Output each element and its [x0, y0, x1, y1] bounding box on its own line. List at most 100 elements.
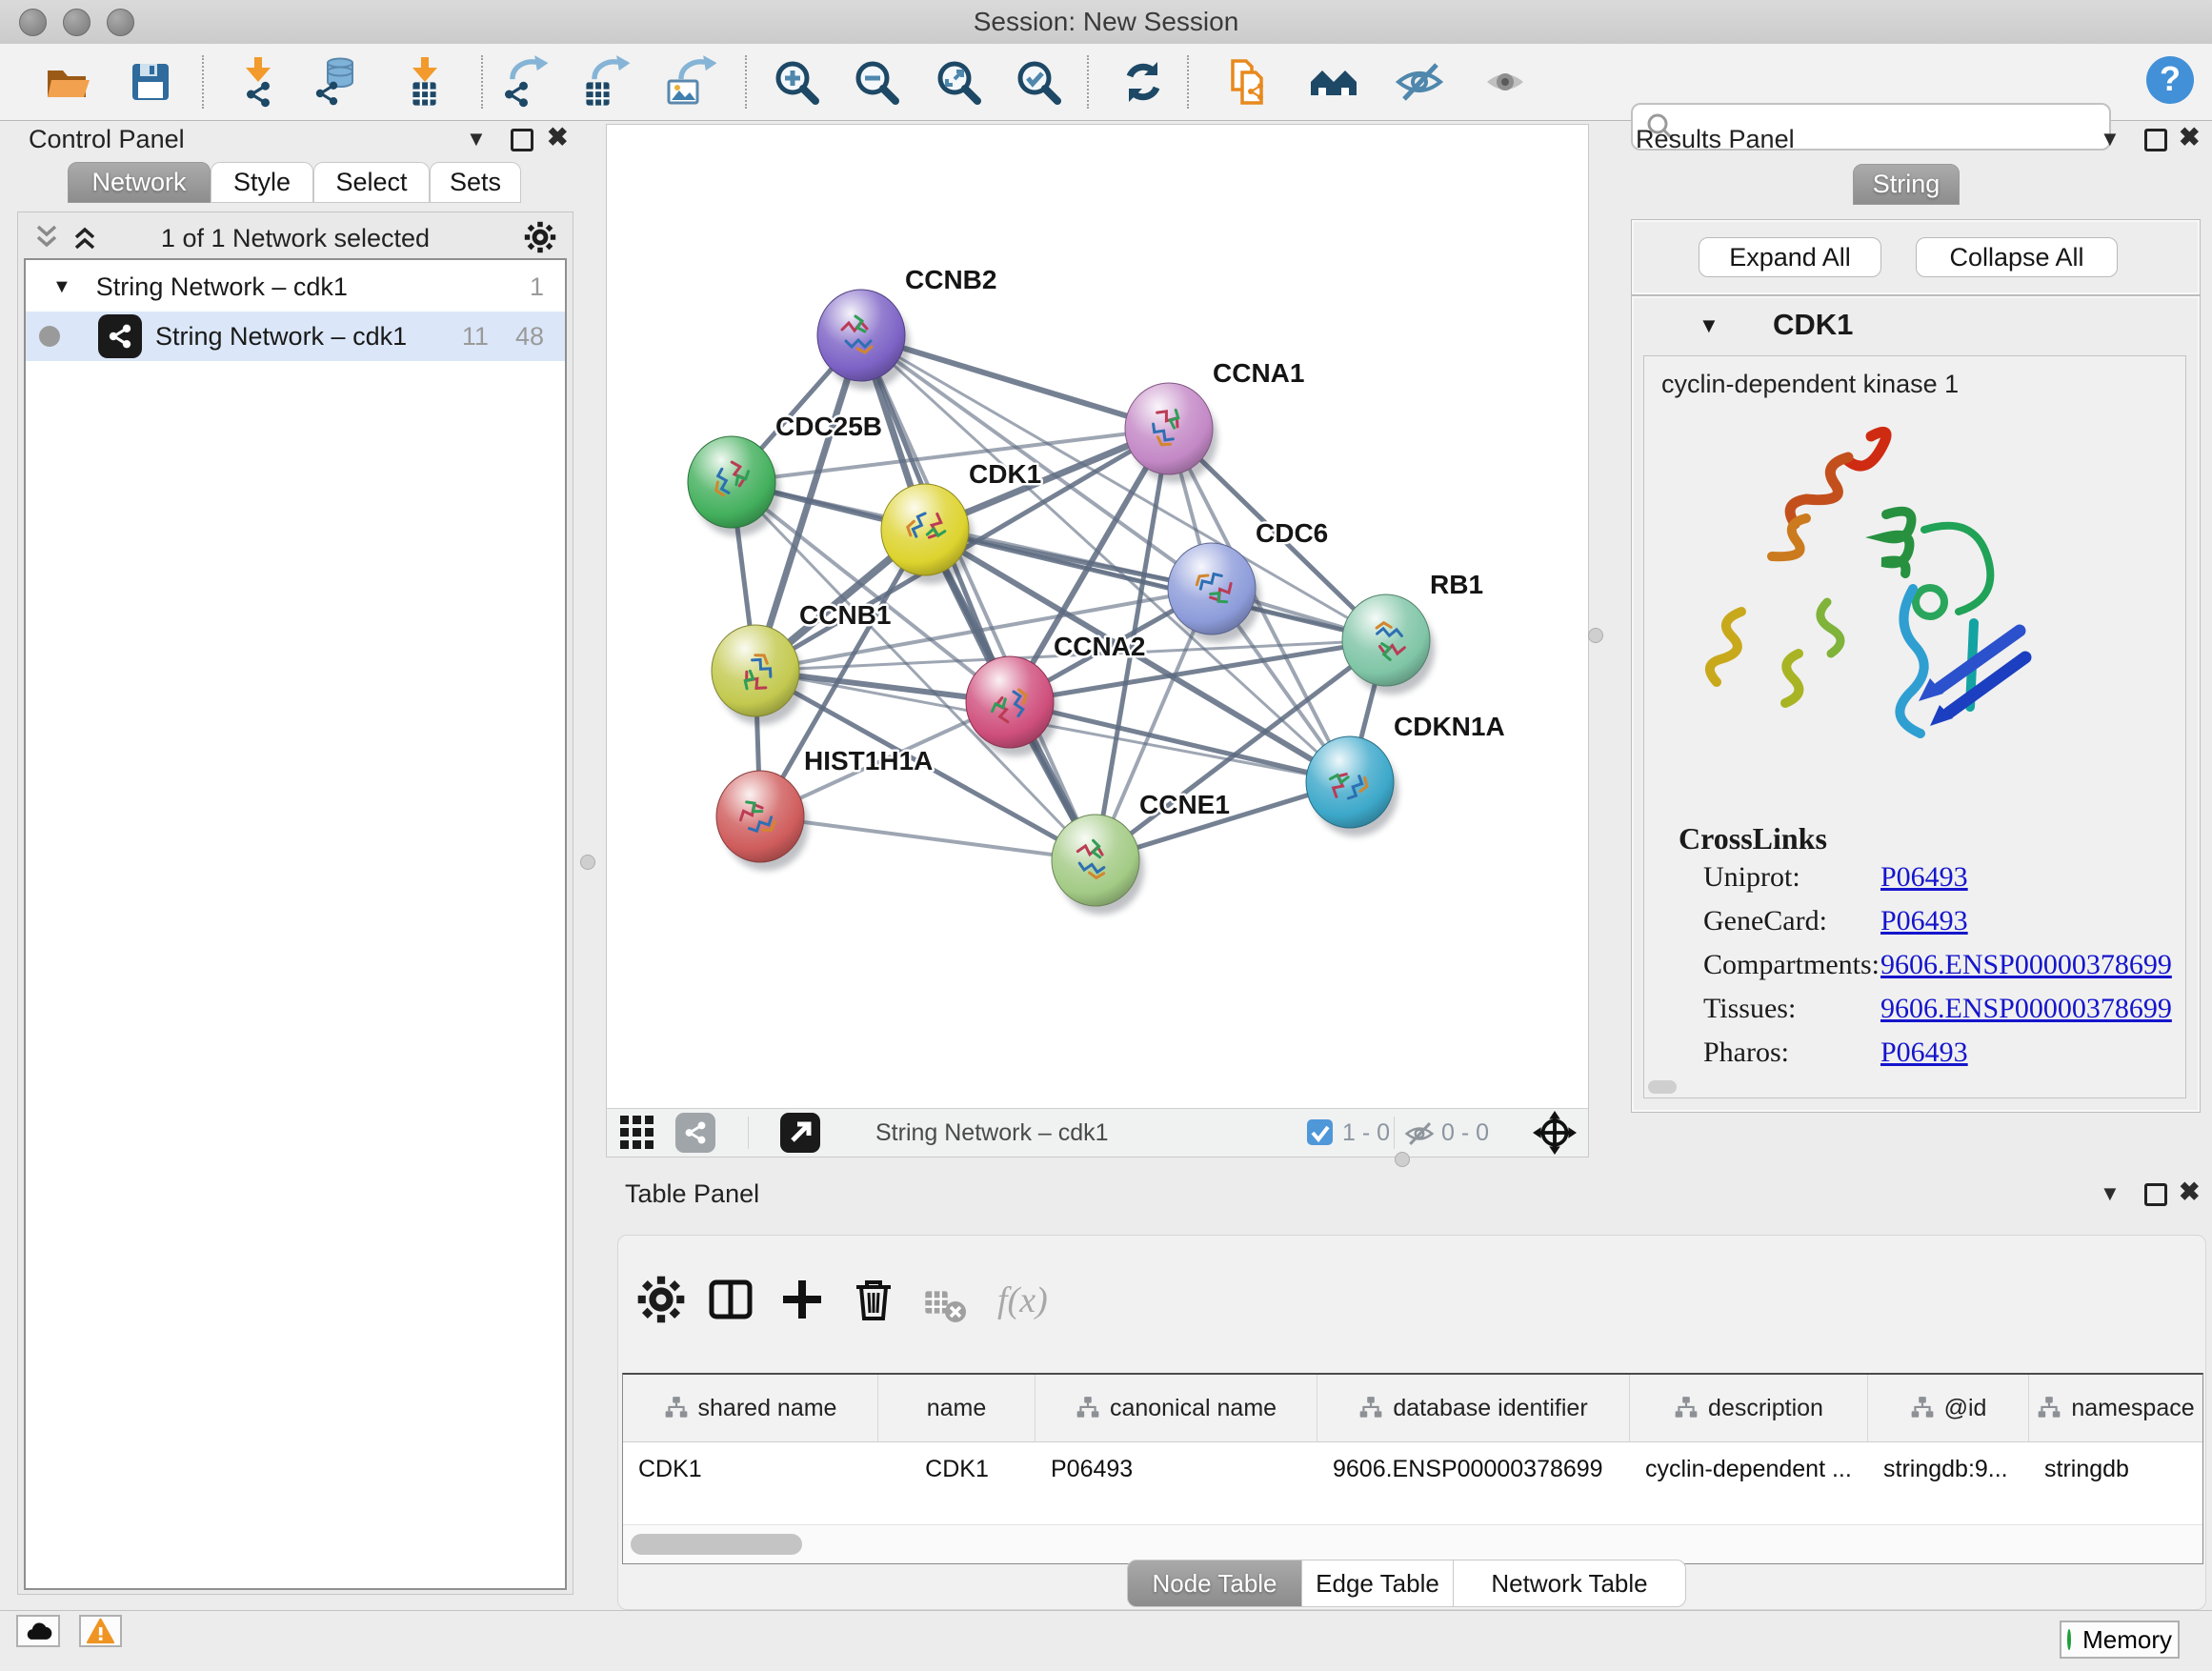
- column-header-name[interactable]: name: [878, 1375, 1036, 1441]
- network-node-ccna1[interactable]: CCNA1: [1125, 358, 1304, 474]
- show-all-button[interactable]: [1478, 55, 1532, 109]
- refresh-network-button[interactable]: [1116, 55, 1170, 109]
- control-panel-title: Control Panel: [29, 125, 185, 154]
- cell-id[interactable]: stringdb:9...: [1868, 1442, 2029, 1496]
- help-button[interactable]: ?: [2143, 53, 2197, 107]
- zoom-fit-button[interactable]: [932, 55, 985, 109]
- table-panel-float-button[interactable]: [2144, 1183, 2167, 1206]
- network-node-rb1[interactable]: RB1: [1342, 570, 1483, 686]
- memory-button[interactable]: Memory: [2060, 1621, 2180, 1659]
- crosslink-pharos-link[interactable]: P06493: [1880, 1037, 1968, 1069]
- function-builder-button[interactable]: f(x): [997, 1279, 1048, 1321]
- cell-name[interactable]: CDK1: [878, 1442, 1036, 1496]
- tab-string[interactable]: String: [1853, 164, 1960, 205]
- results-panel-title: Results Panel: [1636, 125, 1795, 154]
- table-panel-close-icon[interactable]: ✖: [2179, 1179, 2201, 1204]
- birdseye-navigator-icon[interactable]: [1533, 1111, 1577, 1155]
- tab-style[interactable]: Style: [211, 162, 313, 203]
- cell-canonical-name[interactable]: P06493: [1036, 1442, 1317, 1496]
- selected-checkbox-icon[interactable]: [1307, 1119, 1333, 1145]
- import-network-from-file-button[interactable]: [231, 55, 285, 109]
- network-graph[interactable]: CCNB2CCNA1CDC25BCDK1CDC6RB1CCNB1CCNA2CDK…: [607, 125, 1588, 1108]
- crosslink-tissues-link[interactable]: 9606.ENSP00000378699: [1880, 993, 2172, 1025]
- table-settings-button[interactable]: [634, 1274, 688, 1327]
- delete-table-button[interactable]: [918, 1278, 972, 1331]
- toolbar-divider: [745, 55, 747, 109]
- zoom-out-button[interactable]: [850, 55, 903, 109]
- network-share-icon[interactable]: [675, 1113, 715, 1153]
- control-panel-collapse-icon[interactable]: ▼: [466, 127, 487, 151]
- tab-sets[interactable]: Sets: [430, 162, 521, 203]
- tab-network[interactable]: Network: [68, 162, 211, 203]
- results-panel-close-icon[interactable]: ✖: [2179, 125, 2201, 150]
- hide-selected-button[interactable]: [1393, 55, 1446, 109]
- tab-node-table[interactable]: Node Table: [1127, 1560, 1302, 1607]
- network-canvas[interactable]: CCNB2CCNA1CDC25BCDK1CDC6RB1CCNB1CCNA2CDK…: [606, 124, 1589, 1109]
- right-splitter-handle[interactable]: [1588, 628, 1603, 643]
- network-node-hist1h1a[interactable]: HIST1H1A: [716, 746, 933, 862]
- open-session-button[interactable]: [40, 55, 93, 109]
- export-image-button[interactable]: [663, 55, 716, 109]
- network-edge[interactable]: [760, 816, 1096, 860]
- zoom-selected-button[interactable]: [1012, 55, 1065, 109]
- left-splitter-handle[interactable]: [580, 855, 595, 870]
- import-table-from-file-button[interactable]: [398, 55, 452, 109]
- node-label-ccnb2: CCNB2: [905, 265, 996, 294]
- network-row[interactable]: String Network – cdk1 11 48: [26, 312, 565, 361]
- column-header-description[interactable]: description: [1630, 1375, 1868, 1441]
- cloud-status-button[interactable]: [16, 1615, 60, 1647]
- table-row[interactable]: CDK1 CDK1 P06493 9606.ENSP00000378699 cy…: [623, 1442, 2202, 1496]
- network-edge[interactable]: [1010, 702, 1350, 782]
- tab-network-table[interactable]: Network Table: [1453, 1560, 1686, 1607]
- toolbar-divider: [1187, 55, 1189, 109]
- node-label-cdc25b: CDC25B: [775, 412, 882, 441]
- delete-column-button[interactable]: [847, 1274, 900, 1327]
- warnings-button[interactable]: [79, 1615, 122, 1647]
- network-collection-row[interactable]: ▼ String Network – cdk1 1: [26, 262, 565, 312]
- add-column-button[interactable]: [775, 1274, 829, 1327]
- column-label: database identifier: [1393, 1395, 1587, 1422]
- column-header-namespace[interactable]: namespace: [2029, 1375, 2202, 1441]
- cell-namespace[interactable]: stringdb: [2029, 1442, 2202, 1496]
- collapse-all-button[interactable]: Collapse All: [1916, 237, 2118, 277]
- table-horizontal-scrollbar[interactable]: [623, 1524, 2202, 1563]
- save-icon: [124, 55, 177, 109]
- zoom-in-button[interactable]: [770, 55, 823, 109]
- bottom-splitter-handle[interactable]: [1395, 1152, 1410, 1167]
- open-in-window-icon[interactable]: [780, 1113, 820, 1153]
- import-network-from-database-button[interactable]: [312, 55, 365, 109]
- show-columns-button[interactable]: [704, 1274, 757, 1327]
- column-header-shared-name[interactable]: shared name: [623, 1375, 878, 1441]
- column-header-database-identifier[interactable]: database identifier: [1317, 1375, 1630, 1441]
- mini-scrollbar-thumb[interactable]: [1648, 1080, 1677, 1094]
- gene-collapse-icon[interactable]: ▼: [1699, 313, 1719, 338]
- cell-database-identifier[interactable]: 9606.ENSP00000378699: [1317, 1442, 1630, 1496]
- network-node-cdkn1a[interactable]: CDKN1A: [1306, 712, 1505, 828]
- network-edge[interactable]: [861, 335, 1096, 860]
- tab-select[interactable]: Select: [313, 162, 430, 203]
- crosslink-genecard-link[interactable]: P06493: [1880, 905, 1968, 937]
- crosslink-uniprot-link[interactable]: P06493: [1880, 861, 1968, 894]
- scrollbar-thumb[interactable]: [631, 1534, 802, 1555]
- table-panel-collapse-icon[interactable]: ▼: [2100, 1181, 2121, 1206]
- export-table-button[interactable]: [580, 55, 633, 109]
- grid-view-icon[interactable]: [620, 1116, 656, 1152]
- crosslink-compartments-link[interactable]: 9606.ENSP00000378699: [1880, 949, 2172, 981]
- share-network-file-button[interactable]: [1221, 55, 1275, 109]
- expand-all-button[interactable]: Expand All: [1699, 237, 1881, 277]
- network-list-gear-icon[interactable]: [523, 220, 557, 254]
- control-panel-close-icon[interactable]: ✖: [547, 125, 569, 150]
- column-header-id[interactable]: @id: [1868, 1375, 2029, 1441]
- column-header-canonical-name[interactable]: canonical name: [1036, 1375, 1317, 1441]
- home-networks-button[interactable]: [1307, 55, 1360, 109]
- control-panel-float-button[interactable]: [511, 129, 533, 151]
- tab-edge-table[interactable]: Edge Table: [1301, 1560, 1454, 1607]
- cell-shared-name[interactable]: CDK1: [623, 1442, 878, 1496]
- results-panel-collapse-icon[interactable]: ▼: [2100, 127, 2121, 151]
- cell-description[interactable]: cyclin-dependent ...: [1630, 1442, 1868, 1496]
- hidden-eye-icon[interactable]: [1403, 1117, 1436, 1150]
- save-session-button[interactable]: [124, 55, 177, 109]
- results-panel-float-button[interactable]: [2144, 129, 2167, 151]
- export-network-button[interactable]: [498, 55, 552, 109]
- tree-expand-icon[interactable]: ▼: [52, 276, 71, 298]
